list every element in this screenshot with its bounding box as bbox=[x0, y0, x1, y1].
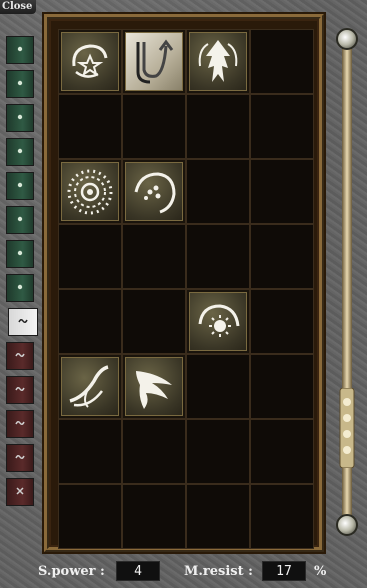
empty-skill-slot[interactable] bbox=[58, 484, 122, 549]
skill-slot[interactable] bbox=[186, 29, 250, 94]
category-tab[interactable] bbox=[6, 36, 34, 64]
category-tab[interactable] bbox=[6, 104, 34, 132]
empty-skill-slot[interactable] bbox=[250, 29, 314, 94]
dot-icon bbox=[15, 180, 25, 193]
wave-icon bbox=[15, 350, 25, 363]
empty-skill-slot[interactable] bbox=[250, 224, 314, 289]
wave-icon bbox=[18, 316, 28, 329]
stats-bar: S.power : 4 M.resist : 17 % bbox=[0, 556, 367, 588]
swirl-star-icon[interactable] bbox=[61, 32, 119, 91]
arrow-up-flame-icon[interactable] bbox=[189, 32, 247, 91]
category-tab[interactable] bbox=[6, 376, 34, 404]
category-tab[interactable] bbox=[8, 308, 38, 336]
skill-slot[interactable] bbox=[186, 289, 250, 354]
wave-icon bbox=[15, 384, 25, 397]
category-tab[interactable] bbox=[6, 70, 34, 98]
empty-skill-slot[interactable] bbox=[186, 94, 250, 159]
empty-skill-slot[interactable] bbox=[250, 419, 314, 484]
skill-slot[interactable] bbox=[58, 29, 122, 94]
dot-icon bbox=[15, 44, 25, 57]
category-tab[interactable] bbox=[6, 206, 34, 234]
skill-slot[interactable] bbox=[122, 159, 186, 224]
category-tab[interactable] bbox=[6, 444, 34, 472]
empty-skill-slot[interactable] bbox=[58, 94, 122, 159]
scrollbar[interactable] bbox=[334, 28, 360, 538]
dot-icon bbox=[15, 146, 25, 159]
cross-icon bbox=[15, 486, 25, 499]
spower-value: 4 bbox=[116, 561, 160, 581]
wing-icon[interactable] bbox=[125, 357, 183, 416]
wave-icon bbox=[15, 418, 25, 431]
empty-skill-slot[interactable] bbox=[58, 224, 122, 289]
scroll-thumb[interactable] bbox=[338, 387, 356, 469]
empty-skill-slot[interactable] bbox=[250, 289, 314, 354]
category-tabs bbox=[6, 36, 38, 524]
mresist-value: 17 bbox=[262, 561, 306, 581]
scroll-down-button[interactable] bbox=[336, 514, 358, 536]
empty-skill-slot[interactable] bbox=[122, 289, 186, 354]
arrow-curl-icon[interactable] bbox=[125, 32, 183, 91]
category-tab[interactable] bbox=[6, 410, 34, 438]
percent-sign: % bbox=[314, 564, 327, 579]
empty-skill-slot[interactable] bbox=[186, 484, 250, 549]
empty-skill-slot[interactable] bbox=[250, 354, 314, 419]
dot-icon bbox=[15, 214, 25, 227]
close-button[interactable]: Close bbox=[0, 0, 36, 14]
empty-skill-slot[interactable] bbox=[250, 94, 314, 159]
category-tab[interactable] bbox=[6, 274, 34, 302]
dot-icon bbox=[15, 112, 25, 125]
empty-skill-slot[interactable] bbox=[250, 484, 314, 549]
empty-skill-slot[interactable] bbox=[122, 419, 186, 484]
category-tab[interactable] bbox=[6, 478, 34, 506]
empty-skill-slot[interactable] bbox=[122, 94, 186, 159]
empty-skill-slot[interactable] bbox=[58, 289, 122, 354]
mresist-label: M.resist : bbox=[184, 564, 253, 579]
skill-slot[interactable] bbox=[122, 354, 186, 419]
category-tab[interactable] bbox=[6, 342, 34, 370]
skill-slot[interactable] bbox=[58, 159, 122, 224]
skill-slot[interactable] bbox=[58, 354, 122, 419]
skill-grid bbox=[58, 29, 314, 549]
crescent-dots-icon[interactable] bbox=[125, 162, 183, 221]
category-tab[interactable] bbox=[6, 240, 34, 268]
skill-grid-frame bbox=[44, 14, 324, 552]
sun-burst-icon[interactable] bbox=[61, 162, 119, 221]
empty-skill-slot[interactable] bbox=[58, 419, 122, 484]
empty-skill-slot[interactable] bbox=[122, 484, 186, 549]
empty-skill-slot[interactable] bbox=[250, 159, 314, 224]
wind-slash-icon[interactable] bbox=[61, 357, 119, 416]
dot-icon bbox=[15, 248, 25, 261]
empty-skill-slot[interactable] bbox=[186, 419, 250, 484]
empty-skill-slot[interactable] bbox=[122, 224, 186, 289]
dot-icon bbox=[15, 78, 25, 91]
category-tab[interactable] bbox=[6, 172, 34, 200]
dot-icon bbox=[15, 282, 25, 295]
category-tab[interactable] bbox=[6, 138, 34, 166]
empty-skill-slot[interactable] bbox=[186, 354, 250, 419]
wave-icon bbox=[15, 452, 25, 465]
scroll-up-button[interactable] bbox=[336, 28, 358, 50]
crescent-sun-icon[interactable] bbox=[189, 292, 247, 351]
skill-slot[interactable] bbox=[122, 29, 186, 94]
empty-skill-slot[interactable] bbox=[186, 224, 250, 289]
spower-label: S.power : bbox=[38, 564, 105, 579]
empty-skill-slot[interactable] bbox=[186, 159, 250, 224]
skill-window: Close S.power : 4 M.resist : 17 % bbox=[0, 0, 367, 588]
